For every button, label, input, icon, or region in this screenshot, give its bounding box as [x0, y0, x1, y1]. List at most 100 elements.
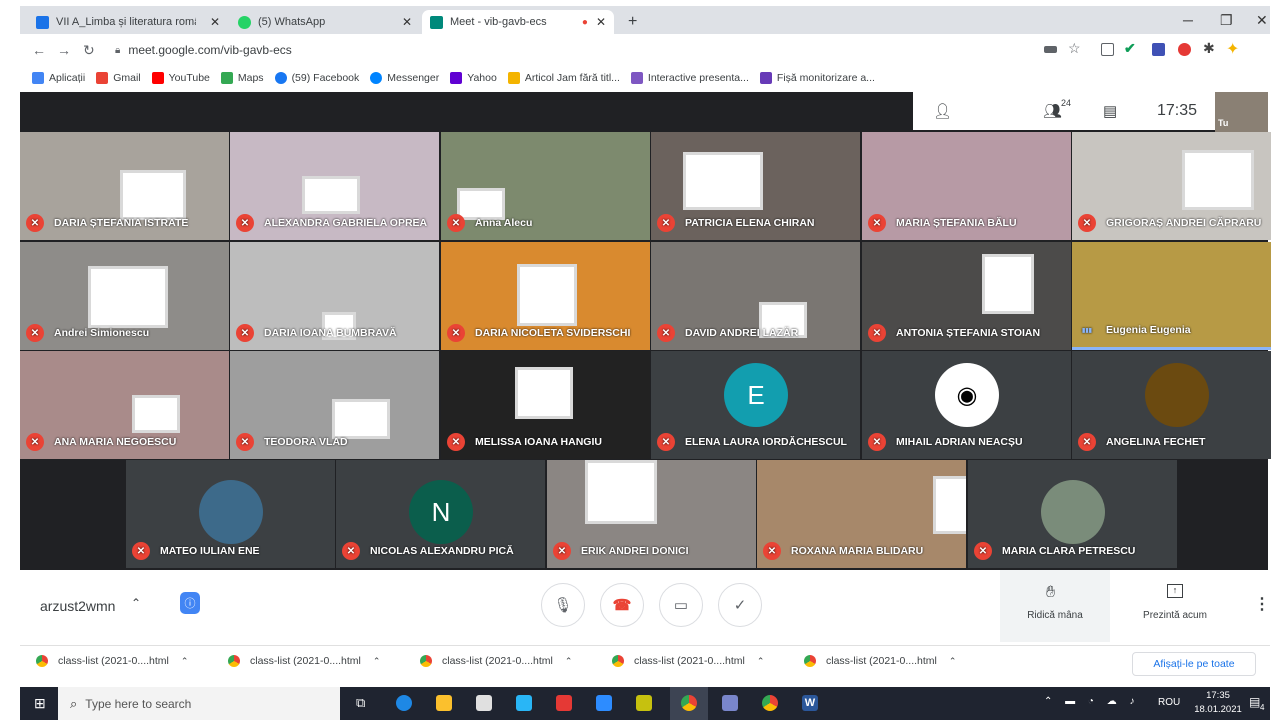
- participant-tile[interactable]: N ✕ NICOLAS ALEXANDRU PICĂ: [336, 460, 545, 568]
- participant-tile[interactable]: ✕ ALEXANDRA GABRIELA OPREA: [230, 132, 439, 240]
- bookmark-interactive[interactable]: Interactive presenta...: [630, 72, 749, 84]
- people-icon[interactable]: 👥︎: [1043, 102, 1062, 120]
- tab-whatsapp[interactable]: (5) WhatsApp ✕: [230, 10, 420, 34]
- puzzle-extension-icon[interactable]: ✱: [1203, 40, 1215, 57]
- bookmark-facebook[interactable]: (59) Facebook: [274, 72, 359, 84]
- self-view[interactable]: Tu: [1215, 92, 1268, 132]
- mail-icon[interactable]: [516, 695, 532, 711]
- mic-off-icon: ✕: [132, 542, 150, 560]
- chevron-up-icon[interactable]: ⌃: [949, 656, 957, 667]
- participant-tile[interactable]: ✕ DARIA IOANA BUMBRAVĂ: [230, 242, 439, 350]
- participant-tile[interactable]: ✕ ERIK ANDREI DONICI: [547, 460, 756, 568]
- raise-hand-button[interactable]: ✋︎ Ridică mâna: [1000, 570, 1110, 642]
- app-icon[interactable]: [636, 695, 652, 711]
- system-tray-icons[interactable]: ⌃ ▬ ◔ ☁ ♪: [1044, 696, 1140, 707]
- participant-tile[interactable]: ✕ Anna Alecu: [441, 132, 650, 240]
- participant-tile[interactable]: ✕ DAVID ANDREI LAZĂR: [651, 242, 860, 350]
- participant-tile[interactable]: ✕ Andrei Simionescu: [20, 242, 229, 350]
- participant-tile[interactable]: ✕ ANGELINA FECHET: [1072, 351, 1271, 459]
- participant-tile[interactable]: E ✕ ELENA LAURA IORDĂCHESCUL: [651, 351, 860, 459]
- participant-tile[interactable]: ✕ ANTONIA ȘTEFANIA STOIAN: [862, 242, 1071, 350]
- adblock-icon[interactable]: [1178, 43, 1191, 56]
- chevron-up-icon[interactable]: ⌃: [181, 656, 189, 667]
- windows-start-icon[interactable]: ⊞: [34, 695, 46, 712]
- checkmark-extension-icon[interactable]: ✔: [1124, 40, 1136, 57]
- new-tab-button[interactable]: +: [620, 10, 645, 34]
- leave-call-button[interactable]: ☎: [600, 583, 644, 627]
- participant-tile[interactable]: ▮▮▮ Eugenia Eugenia: [1072, 242, 1271, 350]
- back-icon[interactable]: ←: [32, 42, 46, 58]
- download-item[interactable]: class-list (2021-0....html ⌃: [228, 655, 380, 667]
- microphone-button[interactable]: 🎙︎: [541, 583, 585, 627]
- forward-icon[interactable]: →: [57, 42, 71, 58]
- participant-tile[interactable]: ✕ ANA MARIA NEGOESCU: [20, 351, 229, 459]
- download-item[interactable]: class-list (2021-0....html ⌃: [420, 655, 572, 667]
- participant-tile[interactable]: ✕ DARIA ȘTEFANIA ISTRATE: [20, 132, 229, 240]
- edge-icon[interactable]: [396, 695, 412, 711]
- bookmark-jamboard[interactable]: Articol Jam fără titl...: [507, 72, 620, 84]
- participant-tile[interactable]: ✕ GRIGORAȘ ANDREI CĂPRARU: [1072, 132, 1271, 240]
- bookmark-star-icon[interactable]: ☆: [1068, 40, 1081, 57]
- bookmark-yahoo[interactable]: Yahoo: [450, 72, 497, 84]
- participant-tile[interactable]: ✕ MARIA ȘTEFANIA BĂLU: [862, 132, 1071, 240]
- close-tab-icon[interactable]: ✕: [588, 15, 606, 29]
- notifications-icon[interactable]: ▤: [1249, 695, 1260, 709]
- mic-off-icon: ✕: [236, 214, 254, 232]
- chevron-up-icon[interactable]: ⌃: [373, 656, 381, 667]
- tab-meet[interactable]: Meet - vib-gavb-ecs ● ✕: [422, 10, 614, 34]
- check-button[interactable]: ✓: [718, 583, 762, 627]
- chevron-up-icon[interactable]: ⌃: [131, 596, 141, 610]
- cast-icon[interactable]: [1101, 43, 1114, 56]
- task-view-icon[interactable]: ⧉: [356, 695, 365, 711]
- download-item[interactable]: class-list (2021-0....html ⌃: [612, 655, 764, 667]
- download-item[interactable]: class-list (2021-0....html ⌃: [804, 655, 956, 667]
- show-all-downloads-button[interactable]: Afișați-le pe toate: [1132, 652, 1256, 676]
- clock-date[interactable]: 18.01.2021: [1190, 704, 1246, 715]
- participant-tile[interactable]: ✕ MELISSA IOANA HANGIU: [441, 351, 650, 459]
- download-item[interactable]: class-list (2021-0....html ⌃: [36, 655, 188, 667]
- more-options-icon[interactable]: ⋮: [1254, 594, 1270, 614]
- person-pin-icon[interactable]: 👤︎: [933, 102, 952, 120]
- app-icon[interactable]: [722, 695, 738, 711]
- close-tab-icon[interactable]: ✕: [394, 15, 412, 29]
- chevron-up-icon[interactable]: ⌃: [757, 656, 765, 667]
- participant-tile[interactable]: ✕ PATRICIA ELENA CHIRAN: [651, 132, 860, 240]
- camera-indicator-icon[interactable]: [1044, 46, 1057, 53]
- chevron-up-icon[interactable]: ⌃: [565, 656, 573, 667]
- bookmark-gmail[interactable]: Gmail: [96, 72, 141, 84]
- acrobat-icon[interactable]: [556, 695, 572, 711]
- participant-tile[interactable]: ◉ ✕ MIHAIL ADRIAN NEACȘU: [862, 351, 1071, 459]
- store-icon[interactable]: [476, 695, 492, 711]
- camera-button[interactable]: ▭: [659, 583, 703, 627]
- close-tab-icon[interactable]: ✕: [202, 15, 220, 29]
- zoom-icon[interactable]: [596, 695, 612, 711]
- participant-tile[interactable]: ✕ MARIA CLARA PETRESCU: [968, 460, 1177, 568]
- participant-tile[interactable]: ✕ DARIA NICOLETA SVIDERSCHI: [441, 242, 650, 350]
- minimize-icon[interactable]: ─: [1183, 12, 1193, 28]
- bookmark-apps[interactable]: Aplicații: [32, 72, 85, 84]
- participant-tile[interactable]: ✕ TEODORA VLAD: [230, 351, 439, 459]
- participant-tile[interactable]: ✕ MATEO IULIAN ENE: [126, 460, 335, 568]
- bookmark-youtube[interactable]: YouTube: [151, 72, 210, 84]
- tab-classroom[interactable]: VII A_Limba și literatura română ✕: [28, 10, 228, 34]
- word-icon[interactable]: W: [802, 695, 818, 711]
- chrome-taskbar-active[interactable]: [670, 687, 708, 720]
- clock-time[interactable]: 17:35: [1196, 690, 1240, 701]
- bookmark-maps[interactable]: Maps: [220, 72, 264, 84]
- taskbar-search-box[interactable]: ⌕ Type here to search: [58, 687, 340, 720]
- shield-icon[interactable]: ⓘ: [180, 592, 200, 614]
- keyboard-language[interactable]: ROU: [1158, 697, 1180, 708]
- bookmark-fisa[interactable]: Fișă monitorizare a...: [759, 72, 875, 84]
- maximize-icon[interactable]: ❐: [1220, 12, 1233, 29]
- present-now-button[interactable]: ↑ Prezintă acum: [1125, 570, 1225, 642]
- file-explorer-icon[interactable]: [436, 695, 452, 711]
- chat-icon[interactable]: ▤: [1103, 102, 1117, 120]
- chrome-icon[interactable]: [762, 695, 778, 711]
- reload-icon[interactable]: ↻: [83, 42, 95, 59]
- color-star-extension-icon[interactable]: ✦: [1226, 39, 1239, 59]
- bookmark-messenger[interactable]: Messenger: [370, 72, 439, 84]
- close-window-icon[interactable]: ✕: [1256, 12, 1268, 29]
- participant-tile[interactable]: ✕ ROXANA MARIA BLIDARU: [757, 460, 966, 568]
- extension-icon[interactable]: [1152, 43, 1165, 56]
- omnibox[interactable]: 🔒︎ meet.google.com/vib-gavb-ecs: [115, 38, 1015, 62]
